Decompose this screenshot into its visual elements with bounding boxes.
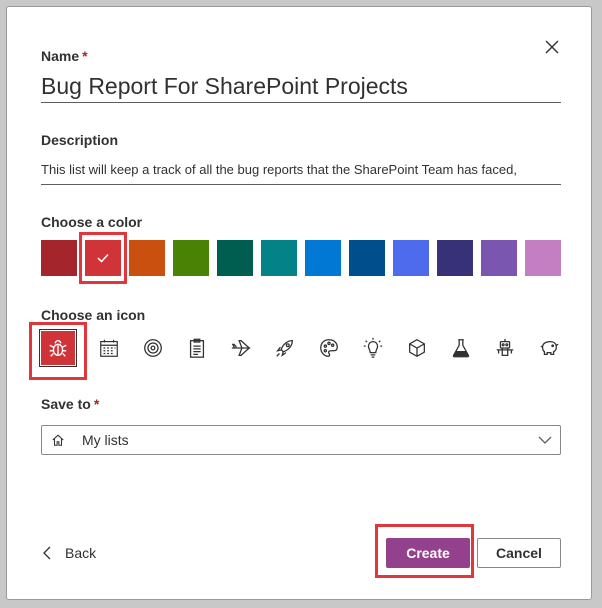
save-to-value: My lists (82, 432, 129, 448)
icon-option-cube[interactable] (400, 331, 434, 365)
color-swatch[interactable] (305, 240, 341, 276)
color-swatch[interactable] (261, 240, 297, 276)
chevron-left-icon (43, 546, 51, 560)
description-input-underline (41, 184, 561, 185)
icon-option-rocket[interactable] (268, 331, 302, 365)
beaker-icon (452, 339, 470, 358)
name-input[interactable]: Bug Report For SharePoint Projects (41, 73, 561, 100)
icon-option-target[interactable] (136, 331, 170, 365)
color-swatch[interactable] (525, 240, 561, 276)
icon-picker-row (39, 329, 571, 375)
color-swatch[interactable] (217, 240, 253, 276)
name-label-text: Name (41, 48, 80, 64)
icon-option-palette[interactable] (312, 331, 346, 365)
home-icon (52, 434, 64, 446)
lightbulb-icon (363, 337, 383, 358)
color-swatch[interactable] (41, 240, 77, 276)
save-to-required-mark: * (93, 396, 100, 412)
icon-label: Choose an icon (41, 307, 146, 323)
piggy-bank-icon (540, 340, 559, 356)
calendar-icon (100, 339, 118, 357)
color-swatch[interactable] (129, 240, 165, 276)
icon-option-robot[interactable] (488, 331, 522, 365)
color-swatch-row (41, 240, 561, 276)
description-input[interactable]: This list will keep a track of all the b… (41, 162, 561, 177)
color-swatch[interactable] (85, 240, 121, 276)
target-icon (144, 339, 162, 357)
save-to-label-text: Save to (41, 396, 91, 412)
robot-icon (496, 338, 514, 356)
create-list-dialog: Name * Bug Report For SharePoint Projects… (6, 6, 592, 600)
back-button[interactable]: Back (41, 542, 96, 564)
icon-option-lightbulb[interactable] (356, 331, 390, 365)
name-label: Name * (41, 48, 88, 64)
close-icon[interactable] (542, 37, 562, 57)
name-required-mark: * (82, 48, 88, 64)
back-label: Back (65, 545, 97, 561)
cancel-button[interactable]: Cancel (477, 538, 561, 568)
color-swatch[interactable] (481, 240, 517, 276)
clipboard-icon (189, 338, 205, 358)
color-swatch[interactable] (349, 240, 385, 276)
chevron-down-icon (538, 436, 552, 444)
color-swatch[interactable] (437, 240, 473, 276)
color-swatch[interactable] (173, 240, 209, 276)
icon-option-bug[interactable] (39, 329, 77, 367)
save-to-dropdown[interactable]: My lists (41, 425, 561, 455)
color-swatch[interactable] (393, 240, 429, 276)
rocket-icon (276, 340, 293, 357)
create-button[interactable]: Create (386, 538, 470, 568)
icon-option-calendar[interactable] (92, 331, 126, 365)
checkmark-icon (97, 253, 109, 263)
icon-option-clipboard[interactable] (180, 331, 214, 365)
icon-option-piggy-bank[interactable] (532, 331, 566, 365)
cube-icon (409, 339, 425, 357)
bug-icon (49, 340, 67, 357)
icon-option-beaker[interactable] (444, 331, 478, 365)
palette-icon (320, 339, 338, 357)
color-label: Choose a color (41, 214, 143, 230)
name-input-underline (41, 102, 561, 103)
icon-option-airplane[interactable] (224, 331, 258, 365)
airplane-icon (231, 340, 251, 356)
save-to-label: Save to * (41, 396, 99, 412)
description-label: Description (41, 132, 119, 148)
